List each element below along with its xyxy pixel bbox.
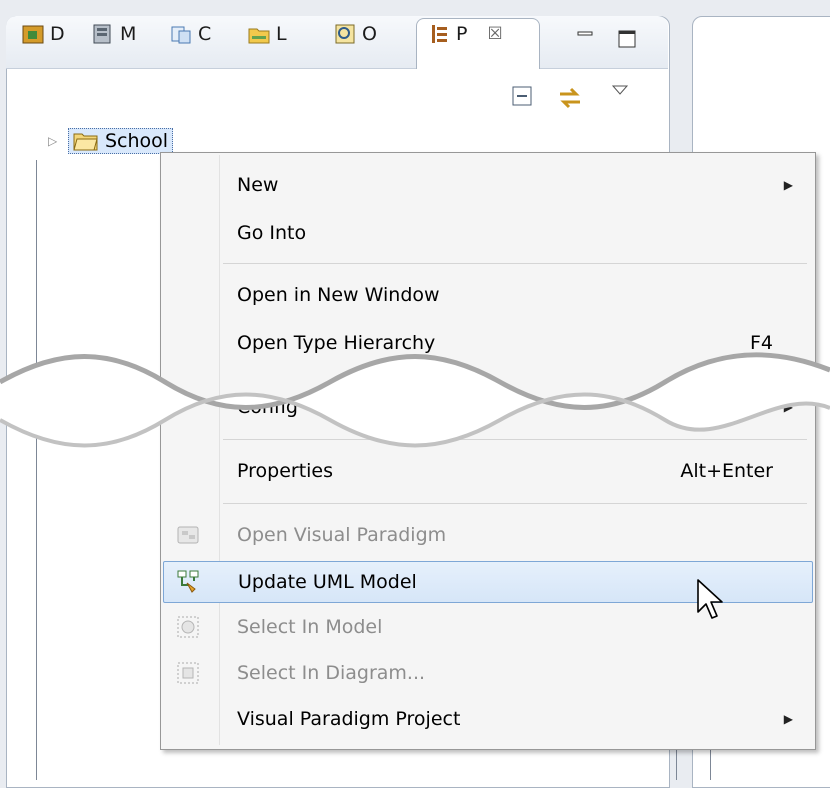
tree-item-project[interactable]: ▷ School xyxy=(48,124,174,158)
minimize-button[interactable] xyxy=(574,28,596,50)
menu-separator xyxy=(223,503,807,504)
link-with-editor-icon xyxy=(560,87,580,109)
project-folder-icon xyxy=(73,133,98,151)
menu-item-label: Properties xyxy=(237,460,334,482)
menu-item-new[interactable]: New ▶ xyxy=(163,165,811,205)
tab-package-explorer[interactable]: D xyxy=(22,16,65,52)
link-with-editor-button[interactable] xyxy=(556,84,584,112)
package-explorer-icon xyxy=(22,25,44,44)
chevron-down-icon xyxy=(611,85,629,95)
outline-icon xyxy=(335,24,355,44)
menu-item-label: Select In Diagram... xyxy=(237,662,426,684)
tab-label: M xyxy=(120,23,137,45)
visual-paradigm-icon xyxy=(177,526,199,544)
class-icon xyxy=(171,26,191,44)
model-icon xyxy=(93,24,111,44)
maximize-icon xyxy=(618,30,636,48)
tab-model[interactable]: M xyxy=(92,16,136,52)
menu-item-label: New xyxy=(237,174,279,196)
collapse-all-icon xyxy=(512,86,532,106)
minimize-icon xyxy=(577,31,593,36)
expand-icon[interactable]: ▷ xyxy=(48,134,62,148)
divider xyxy=(36,160,37,780)
select-model-icon xyxy=(177,616,199,638)
torn-edge-break xyxy=(0,352,830,448)
close-icon[interactable]: ☒ xyxy=(487,24,502,44)
menu-item-open-visual-paradigm[interactable]: Open Visual Paradigm xyxy=(163,515,811,555)
update-model-icon xyxy=(177,570,199,593)
project-icon xyxy=(432,25,447,43)
tab-label: L xyxy=(276,23,287,45)
submenu-arrow-icon: ▶ xyxy=(783,712,793,726)
tab-label: O xyxy=(362,23,377,45)
menu-item-open-in-new-window[interactable]: Open in New Window xyxy=(163,275,811,315)
tab-project[interactable]: P ☒ xyxy=(428,16,503,52)
menu-item-label: Visual Paradigm Project xyxy=(237,708,461,730)
menu-item-accelerator: Alt+Enter xyxy=(680,460,773,482)
menu-item-go-into[interactable]: Go Into xyxy=(163,213,811,253)
collapse-all-button[interactable] xyxy=(510,84,534,112)
menu-item-label: Open in New Window xyxy=(237,284,440,306)
tab-label: P xyxy=(456,23,468,45)
tab-class[interactable]: C xyxy=(170,16,211,52)
submenu-arrow-icon: ▶ xyxy=(783,178,793,192)
menu-item-select-in-diagram[interactable]: Select In Diagram... xyxy=(163,653,811,693)
mouse-cursor-icon xyxy=(697,579,723,619)
menu-item-label: Open Visual Paradigm xyxy=(237,524,447,546)
view-menu-button[interactable] xyxy=(610,80,630,108)
select-diagram-icon xyxy=(177,662,199,684)
tab-label: C xyxy=(198,23,212,45)
maximize-button[interactable] xyxy=(616,28,638,50)
tab-label: D xyxy=(50,23,65,45)
project-name: School xyxy=(105,130,169,152)
menu-separator xyxy=(223,263,807,264)
menu-item-label: Update UML Model xyxy=(238,571,417,593)
menu-item-visual-paradigm-project[interactable]: Visual Paradigm Project ▶ xyxy=(163,699,811,739)
menu-item-label: Go Into xyxy=(237,222,307,244)
tab-library[interactable]: L xyxy=(248,16,287,52)
tree-node-selected[interactable]: School xyxy=(68,128,174,154)
menu-item-label: Select In Model xyxy=(237,616,383,638)
library-icon xyxy=(248,28,270,44)
tab-outline[interactable]: O xyxy=(334,16,377,52)
